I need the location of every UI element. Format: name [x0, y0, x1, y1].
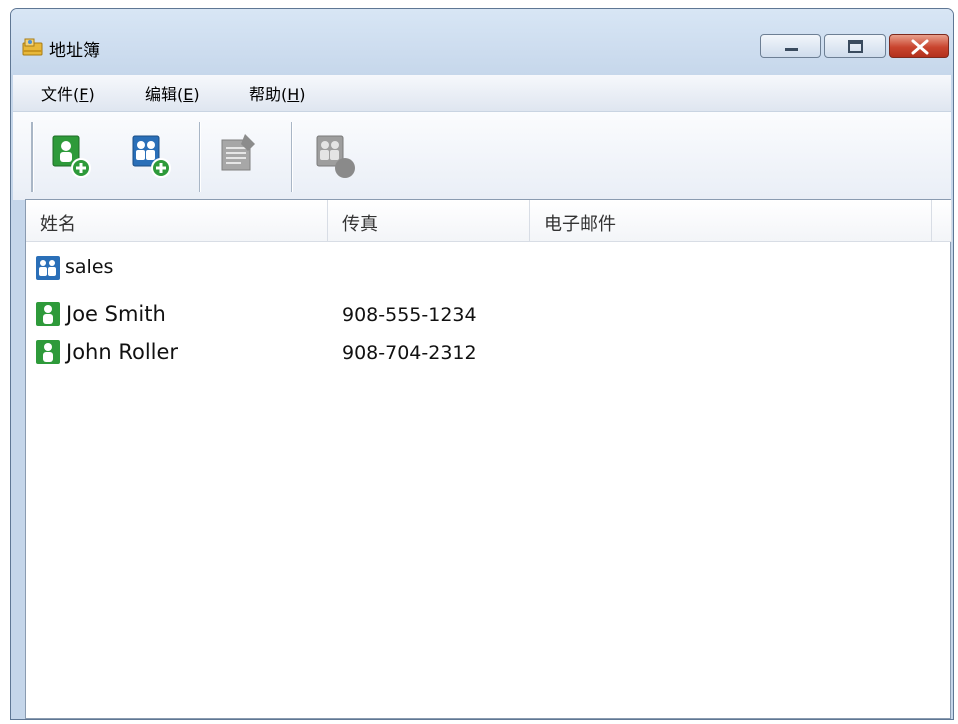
list-item-name: Joe Smith: [66, 302, 166, 326]
menu-help[interactable]: 帮助(H): [249, 81, 306, 105]
maximize-icon: [848, 40, 863, 53]
title-bar[interactable]: 地址簿: [11, 9, 953, 75]
list-item-name: John Roller: [66, 340, 179, 364]
group-icon: [36, 256, 60, 280]
add-contact-button[interactable]: [45, 126, 101, 186]
column-header-label: 电子邮件: [544, 214, 616, 235]
contact-icon: [36, 302, 60, 326]
list-item-fax: 908-555-1234: [342, 304, 477, 326]
window-title: 地址簿: [49, 41, 100, 61]
address-book-window: 地址簿 文件(F) 编辑(E) 帮助(H) 姓名 传真 电子邮件 sales J…: [10, 8, 954, 720]
address-book-icon: [22, 38, 43, 56]
column-header-email[interactable]: 电子邮件: [530, 200, 932, 242]
minimize-button[interactable]: [760, 34, 821, 58]
menu-file[interactable]: 文件(F): [41, 81, 95, 105]
maximize-button[interactable]: [824, 34, 886, 58]
list-item-group[interactable]: sales: [26, 250, 950, 286]
add-group-button[interactable]: [125, 126, 181, 186]
toolbar-grip[interactable]: [31, 122, 33, 192]
toolbar-separator: [291, 122, 292, 192]
delete-button[interactable]: [309, 126, 365, 186]
column-header-label: 传真: [342, 214, 378, 235]
column-header-filler: [932, 200, 952, 242]
toolbar: [13, 111, 951, 200]
menu-edit[interactable]: 编辑(E): [145, 81, 200, 105]
list-item-contact[interactable]: Joe Smith 908-555-1234: [26, 296, 950, 332]
edit-button[interactable]: [211, 126, 267, 186]
close-button[interactable]: [889, 34, 949, 58]
add-group-icon: [132, 135, 171, 178]
list-item-fax: 908-704-2312: [342, 342, 477, 364]
close-icon: [911, 39, 929, 55]
list-item-contact[interactable]: John Roller 908-704-2312: [26, 334, 950, 370]
toolbar-separator: [199, 122, 200, 192]
column-header-fax[interactable]: 传真: [328, 200, 530, 242]
column-header-label: 姓名: [40, 214, 76, 235]
edit-icon: [221, 134, 255, 171]
menu-bar: 文件(F) 编辑(E) 帮助(H): [13, 75, 951, 111]
minimize-icon: [785, 48, 798, 51]
column-header-name[interactable]: 姓名: [26, 200, 328, 242]
list-item-name: sales: [65, 256, 114, 278]
address-list[interactable]: 姓名 传真 电子邮件 sales Joe Smith 908-555-1234: [25, 199, 952, 719]
contact-icon: [36, 340, 60, 364]
delete-icon: [316, 135, 355, 178]
add-contact-icon: [52, 135, 91, 178]
